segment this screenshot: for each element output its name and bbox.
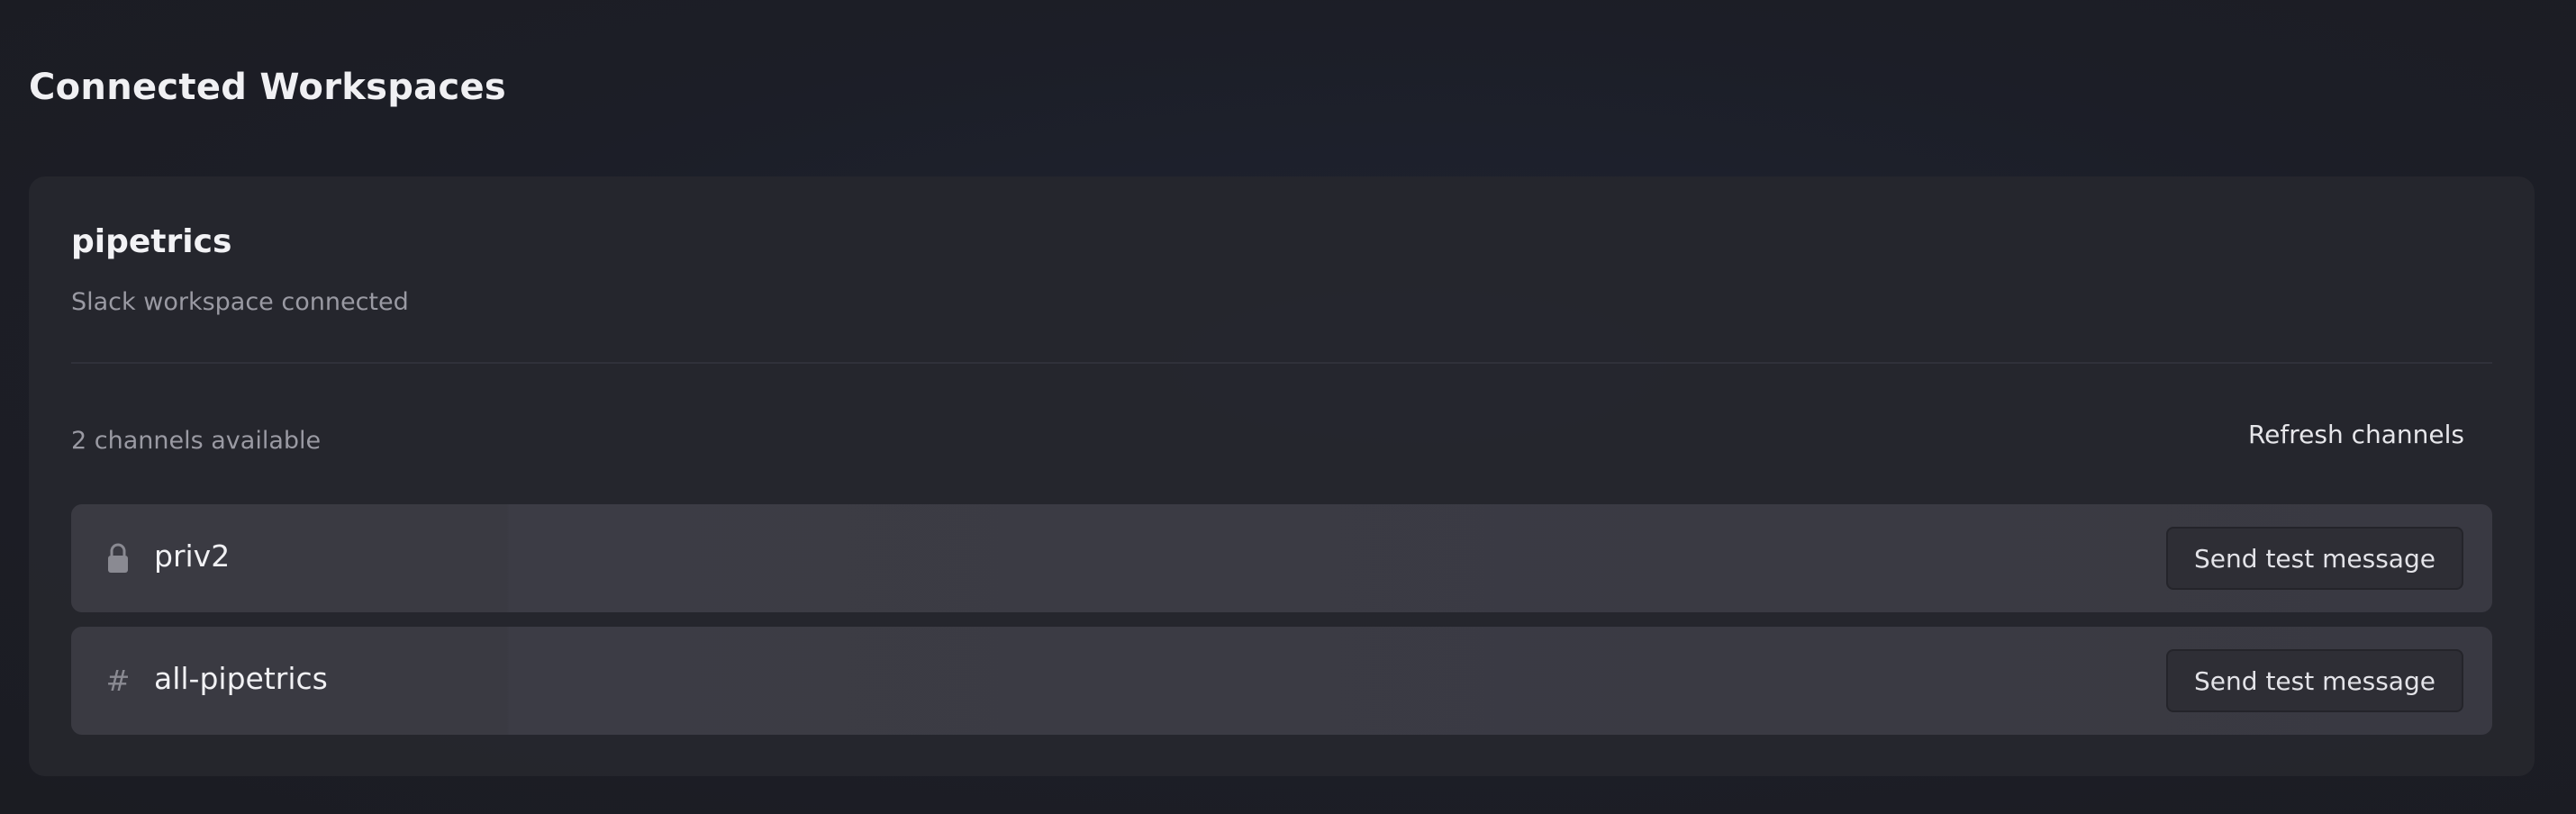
divider: [71, 362, 2492, 364]
hash-icon: #: [105, 664, 131, 698]
channel-name: priv2: [154, 538, 231, 574]
send-test-message-button[interactable]: Send test message: [2166, 527, 2463, 590]
channel-row-all-pipetrics: # all-pipetrics Send test message: [71, 627, 2492, 735]
workspace-card: pipetrics Slack workspace connected 2 ch…: [29, 176, 2535, 776]
channels-count: 2 channels available: [71, 427, 322, 455]
workspace-name: pipetrics: [71, 223, 232, 260]
page-title: Connected Workspaces: [29, 67, 507, 108]
refresh-channels-button[interactable]: Refresh channels: [2248, 420, 2464, 449]
channel-name: all-pipetrics: [154, 661, 328, 696]
channel-row-priv2: priv2 Send test message: [71, 504, 2492, 612]
workspace-status: Slack workspace connected: [71, 288, 409, 316]
lock-icon: [105, 542, 131, 574]
send-test-message-button[interactable]: Send test message: [2166, 649, 2463, 712]
